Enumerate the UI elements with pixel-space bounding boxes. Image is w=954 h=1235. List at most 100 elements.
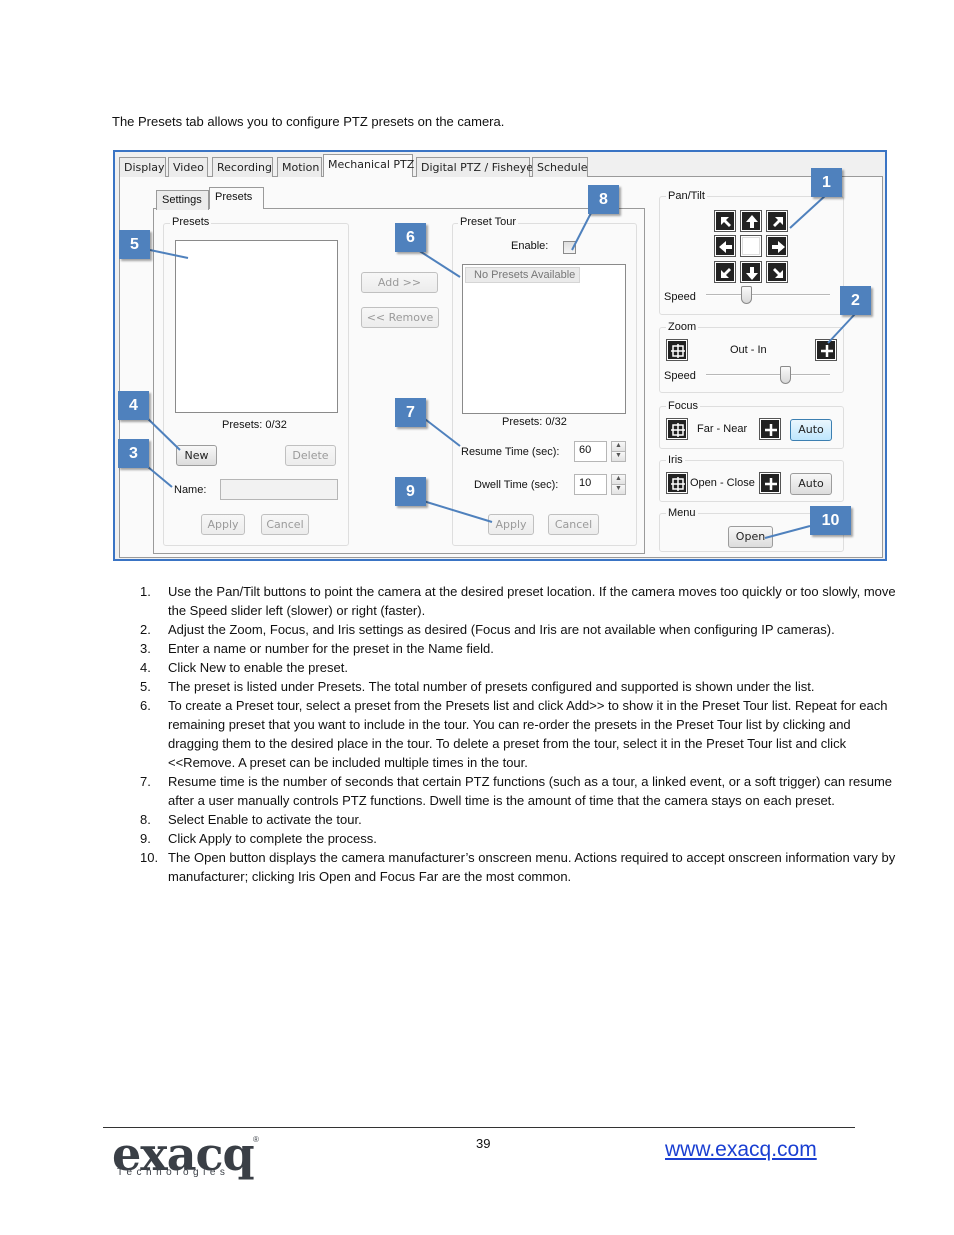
- resume-time-label: Resume Time (sec):: [461, 446, 560, 458]
- tour-apply-button[interactable]: Apply: [488, 514, 534, 535]
- presets-list[interactable]: [175, 240, 338, 413]
- tab-display[interactable]: Display: [119, 157, 166, 177]
- plus-icon: [765, 424, 777, 436]
- crosshair-icon: [671, 344, 685, 358]
- iris-auto-button[interactable]: Auto: [790, 473, 832, 495]
- pan-up-right-button[interactable]: [766, 210, 788, 232]
- dwell-down-icon[interactable]: ▼: [611, 484, 626, 495]
- enable-label: Enable:: [511, 240, 549, 252]
- subtab-presets[interactable]: Presets: [209, 187, 264, 209]
- step-item: 2. Adjust the Zoom, Focus, and Iris setti…: [140, 620, 900, 639]
- zoom-label: Zoom: [666, 321, 699, 333]
- callout-1: 1: [811, 168, 842, 197]
- menu-label: Menu: [666, 507, 698, 519]
- arrow-up-icon: [746, 215, 758, 228]
- tab-motion[interactable]: Motion: [277, 157, 322, 177]
- callout-3: 3: [118, 439, 149, 468]
- zoom-speed-track: [706, 374, 830, 376]
- callout-4: 4: [118, 391, 149, 420]
- zoom-out-button[interactable]: [666, 339, 688, 361]
- zoom-in-button[interactable]: [815, 339, 837, 361]
- preset-tour-group-label: Preset Tour: [458, 216, 519, 228]
- dwell-time-input[interactable]: 10: [574, 474, 607, 495]
- name-label: Name:: [174, 484, 207, 496]
- step-number: 2.: [140, 622, 151, 637]
- logo-subtitle: Technologies: [117, 1167, 230, 1178]
- iris-open-button[interactable]: [666, 472, 688, 494]
- arrow-left-icon: [719, 241, 732, 253]
- zoom-speed-slider[interactable]: [780, 366, 791, 384]
- pan-up-left-button[interactable]: [714, 210, 736, 232]
- pan-right-button[interactable]: [766, 235, 788, 257]
- dwell-time-label: Dwell Time (sec):: [474, 479, 559, 491]
- step-item: 3. Enter a name or number for the preset …: [140, 639, 900, 658]
- arrow-up-right-icon: [773, 217, 783, 227]
- zoom-speed-label: Speed: [664, 370, 696, 382]
- step-number: 5.: [140, 679, 151, 694]
- focus-auto-button[interactable]: Auto: [790, 419, 832, 441]
- arrow-right-icon: [772, 241, 785, 253]
- website-link[interactable]: www.exacq.com: [665, 1138, 817, 1162]
- page-number: 39: [476, 1136, 491, 1151]
- presets-cancel-button[interactable]: Cancel: [261, 514, 309, 535]
- pantilt-label: Pan/Tilt: [666, 190, 707, 202]
- pan-center-button[interactable]: [740, 235, 762, 257]
- focus-far-button[interactable]: [666, 418, 688, 440]
- menu-open-button[interactable]: Open: [728, 526, 773, 548]
- plus-icon: [821, 345, 833, 357]
- name-field[interactable]: [220, 479, 338, 500]
- tab-digital-ptz[interactable]: Digital PTZ / Fisheye: [416, 157, 533, 177]
- tab-recording[interactable]: Recording: [212, 157, 273, 177]
- tour-cancel-button[interactable]: Cancel: [548, 514, 599, 535]
- step-item: 7. Resume time is the number of seconds t…: [140, 772, 900, 810]
- step-text: The Open button displays the camera manu…: [168, 850, 896, 884]
- delete-button[interactable]: Delete: [285, 445, 336, 466]
- pan-left-button[interactable]: [714, 235, 736, 257]
- focus-near-button[interactable]: [759, 418, 781, 440]
- tab-schedule[interactable]: Schedule: [532, 157, 588, 177]
- tab-mechanical-ptz[interactable]: Mechanical PTZ: [323, 154, 414, 177]
- preset-tour-list[interactable]: No Presets Available: [462, 264, 626, 414]
- add-button[interactable]: Add >>: [361, 272, 438, 293]
- tour-count: Presets: 0/32: [502, 416, 567, 428]
- tab-video[interactable]: Video: [168, 157, 208, 177]
- subtab-settings[interactable]: Settings: [156, 190, 209, 210]
- callout-7: 7: [395, 398, 426, 427]
- step-text: Click Apply to complete the process.: [168, 831, 377, 846]
- pan-down-button[interactable]: [740, 261, 762, 283]
- remove-button[interactable]: << Remove: [361, 307, 439, 328]
- step-number: 6.: [140, 698, 151, 713]
- crosshair-icon: [671, 477, 685, 491]
- step-item: 9. Click Apply to complete the process.: [140, 829, 900, 848]
- step-item: 5. The preset is listed under Presets. Th…: [140, 677, 900, 696]
- step-number: 9.: [140, 831, 151, 846]
- step-item: 10. The Open button displays the camera m…: [140, 848, 900, 886]
- new-button[interactable]: New: [176, 445, 217, 466]
- arrow-down-icon: [746, 267, 758, 280]
- zoom-text: Out - In: [730, 344, 767, 356]
- iris-close-button[interactable]: [759, 472, 781, 494]
- callout-8: 8: [588, 185, 619, 214]
- presets-apply-button[interactable]: Apply: [201, 514, 245, 535]
- crosshair-icon: [671, 423, 685, 437]
- pan-down-left-button[interactable]: [714, 261, 736, 283]
- enable-checkbox[interactable]: [563, 241, 576, 254]
- callout-9: 9: [395, 477, 426, 506]
- step-text: Use the Pan/Tilt buttons to point the ca…: [168, 584, 896, 618]
- plus-icon: [765, 478, 777, 490]
- arrow-down-left-icon: [721, 268, 731, 278]
- resume-down-icon[interactable]: ▼: [611, 451, 626, 462]
- step-text: Select Enable to activate the tour.: [168, 812, 362, 827]
- pantilt-speed-slider[interactable]: [741, 286, 752, 304]
- tour-list-item[interactable]: No Presets Available: [465, 267, 580, 283]
- callout-5: 5: [119, 230, 150, 259]
- iris-text: Open - Close: [690, 477, 755, 489]
- resume-time-input[interactable]: 60: [574, 441, 607, 462]
- focus-text: Far - Near: [697, 423, 748, 435]
- step-text: The preset is listed under Presets. The …: [168, 679, 815, 694]
- step-number: 4.: [140, 660, 151, 675]
- step-item: 1. Use the Pan/Tilt buttons to point the …: [140, 582, 900, 620]
- pan-up-button[interactable]: [740, 210, 762, 232]
- step-number: 7.: [140, 774, 151, 789]
- pan-down-right-button[interactable]: [766, 261, 788, 283]
